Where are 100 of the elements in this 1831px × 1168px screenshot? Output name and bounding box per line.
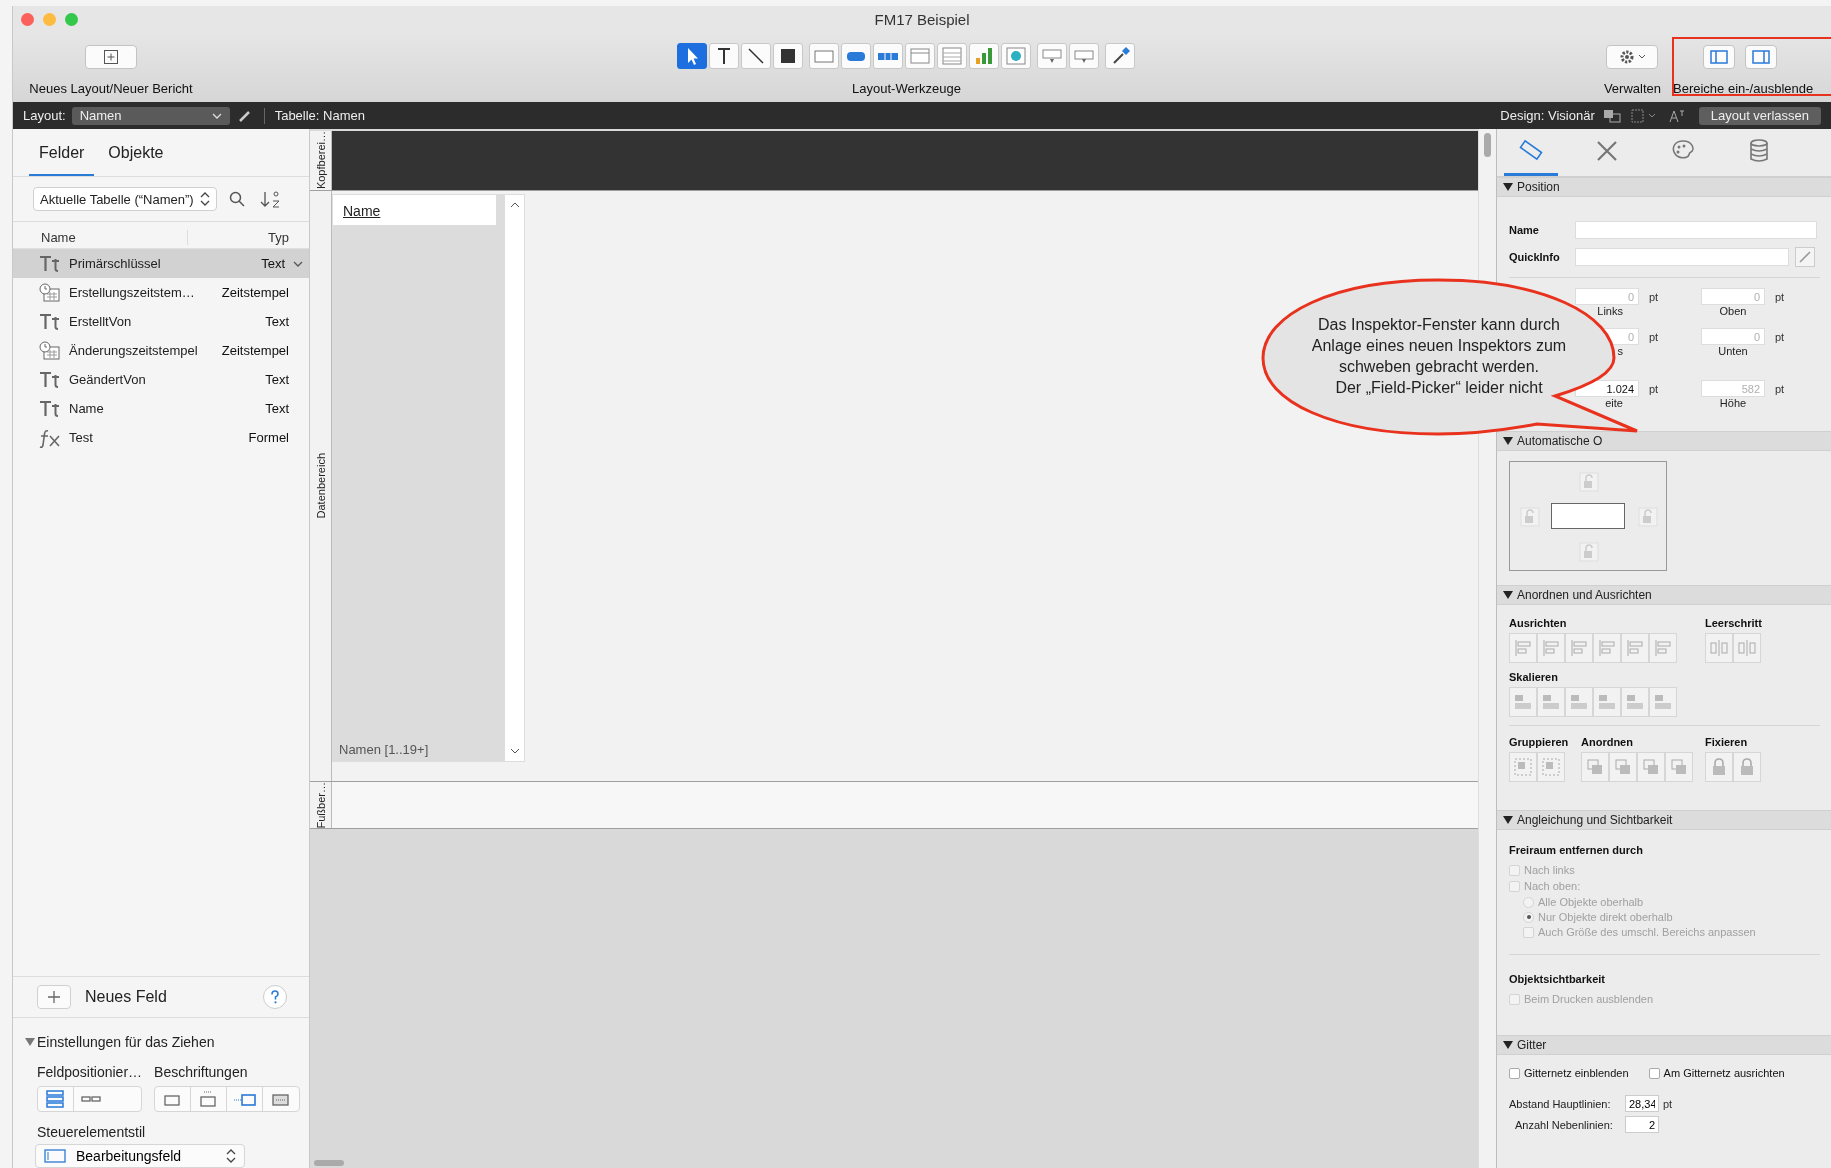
part-label[interactable]: Datenbereich: [310, 191, 332, 781]
checkbox[interactable]: [1648, 1067, 1660, 1079]
field-type: Zeitstempel: [221, 343, 289, 358]
caret-up-icon: [509, 201, 520, 209]
field-name: Test: [69, 430, 94, 445]
column-header: Typ: [187, 230, 289, 245]
search-icon: [228, 191, 245, 207]
part-label[interactable]: Fußber…: [310, 782, 332, 828]
toolbar-label: Layout-Werkzeuge: [852, 81, 961, 96]
field-name: ErstelltVon: [69, 314, 133, 329]
zoom-button[interactable]: [65, 13, 78, 26]
tool-button[interactable]: [709, 43, 740, 69]
add-field-button[interactable]: [37, 985, 71, 1009]
left-pane-button[interactable]: [1703, 45, 1735, 69]
tool-button[interactable]: [773, 43, 804, 69]
group-label: Objektsichtbarkeit: [1509, 973, 1606, 987]
part-label[interactable]: Kopfberei…: [310, 131, 332, 190]
function-icon: [39, 427, 61, 448]
text-field-icon: [39, 398, 61, 419]
portal-row-count: Namen [1..19+]: [338, 742, 430, 759]
checkbox-label: Beim Drucken ausblenden: [1524, 993, 1654, 1005]
field-list-item[interactable]: Änderungszeitstempel Zeitstempel: [13, 336, 309, 365]
align-icon: [1540, 637, 1562, 659]
field-label: eite: [1604, 397, 1624, 409]
section-title: Angleichung und Sichtbarkeit: [1517, 813, 1673, 827]
section-title: Automatische O: [1517, 434, 1603, 448]
scroll-bar[interactable]: [504, 195, 524, 761]
unit-label: pt: [1775, 290, 1786, 303]
unlocked-icon: [1579, 472, 1599, 492]
font-icon: [1668, 108, 1685, 123]
field-list-item[interactable]: Primärschlüssel Text: [13, 249, 309, 278]
panel-tab[interactable]: Objekte: [98, 138, 174, 176]
group-label: Fixieren: [1705, 736, 1748, 748]
settings-title: Einstellungen für das Ziehen: [37, 1034, 215, 1050]
minor-lines-field[interactable]: 2: [1625, 1116, 1659, 1133]
plus-icon: [47, 990, 61, 1004]
spacing-icon: [1708, 637, 1730, 659]
field-label: QuickInfo: [1509, 251, 1561, 263]
clock-calendar-icon: [39, 282, 61, 303]
exit-layout-button[interactable]: Layout verlassen: [1698, 106, 1821, 125]
minimize-button[interactable]: [43, 13, 56, 26]
checkbox[interactable]: [1509, 1067, 1520, 1079]
checkbox-label: Am Gitternetz ausrichten: [1663, 1067, 1785, 1079]
checkbox-label: Auch Größe des umschl. Bereichs anpassen: [1538, 926, 1756, 938]
tool-button[interactable]: [1105, 43, 1136, 69]
new-layout-button[interactable]: [85, 45, 137, 69]
group-icon: [1512, 756, 1534, 778]
quickinfo-field[interactable]: [1575, 248, 1789, 266]
group-icon: [1540, 756, 1562, 778]
edit-button[interactable]: [1795, 247, 1815, 267]
portal-field: Name: [333, 195, 496, 225]
section-title: Gitter: [1517, 1038, 1547, 1052]
field-list-item[interactable]: Test Formel: [13, 423, 309, 452]
pencil-icon: [1798, 250, 1812, 264]
field-name: Erstellungszeitstem…: [69, 285, 196, 300]
field-list-item[interactable]: ErstelltVon Text: [13, 307, 309, 336]
field-list-item[interactable]: Name Text: [13, 394, 309, 423]
close-button[interactable]: [21, 13, 34, 26]
unlocked-icon: [1638, 507, 1658, 527]
layout-label: Layout:: [23, 108, 66, 123]
control-style-dropdown[interactable]: Bearbeitungsfeld: [35, 1144, 245, 1168]
name-field[interactable]: [1575, 221, 1817, 239]
field-name: Name: [69, 401, 105, 416]
manage-button[interactable]: [1606, 45, 1659, 69]
field-list-item[interactable]: Erstellungszeitstem… Zeitstempel: [13, 278, 309, 307]
field-name: Primärschlüssel: [69, 256, 162, 271]
align-icon: [1652, 637, 1674, 659]
pencil-icon: [237, 108, 252, 123]
field-type: Formel: [248, 430, 289, 445]
table-dropdown[interactable]: Aktuelle Tabelle (“Namen”): [33, 187, 217, 211]
theme-label: Design: Visionär: [1500, 108, 1595, 123]
chevron-down-icon: [293, 259, 303, 268]
help-button[interactable]: [263, 985, 287, 1009]
plus-square-icon: [103, 49, 119, 65]
section-title: Position: [1517, 180, 1560, 194]
toolbar-label: Verwalten: [1603, 81, 1661, 96]
group-label: Leerschritt: [1705, 617, 1762, 629]
right-pane-button[interactable]: [1745, 45, 1777, 69]
checkbox-label: Gitternetz einblenden: [1524, 1067, 1629, 1079]
table-label: Tabelle: Namen: [274, 108, 365, 123]
right-pane-icon: [1752, 50, 1770, 64]
layout-dropdown[interactable]: Namen: [71, 106, 230, 125]
portal-icon: [941, 45, 964, 67]
popover-icon: [909, 45, 932, 67]
updown-chevron-icon: [226, 1149, 236, 1163]
field-label: s: [1616, 345, 1624, 357]
unit-label: pt: [1775, 382, 1786, 395]
stacked-fields-icon: [44, 1090, 67, 1108]
edit-box-icon: [44, 1149, 66, 1163]
text-field-icon: [39, 253, 61, 274]
group-label: Anordnen: [1581, 736, 1633, 748]
panel-tab[interactable]: Felder: [29, 138, 95, 176]
unit-label: pt: [1649, 382, 1660, 395]
field-list-item[interactable]: GeändertVon Text: [13, 365, 309, 394]
group-label: Freiraum entfernen durch: [1509, 844, 1644, 858]
option-label: Feldpositionier…: [37, 1064, 143, 1080]
callout-text: Das Inspektor-Fenster kann durch Anlage eines neuen Inspektors zum schweben gebracht werden. Der „Field-Picker“ leider nicht: [1310, 315, 1568, 398]
group-label: Skalieren: [1509, 671, 1558, 683]
field-name: Änderungszeitstempel: [69, 343, 199, 358]
button-bar-icon: [878, 52, 899, 60]
